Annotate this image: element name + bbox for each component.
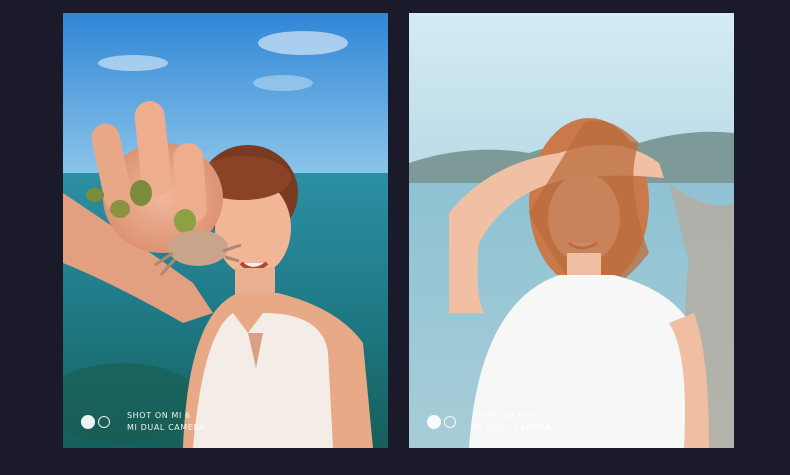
mi-dual-camera-logo-icon (81, 415, 110, 429)
watermark-line-1: SHOT ON MI 6 (473, 411, 537, 420)
gallery-canvas: SHOT ON MI 6 MI DUAL CAMERA SHOT ON MI 6… (0, 0, 790, 475)
mi-dual-camera-logo-icon (427, 415, 456, 429)
photo-woman-windblown-hair-image (409, 13, 734, 448)
photo-woman-windblown-hair: SHOT ON MI 6 MI DUAL CAMERA (409, 13, 734, 448)
camera-watermark: SHOT ON MI 6 MI DUAL CAMERA (427, 410, 551, 434)
watermark-line-1: SHOT ON MI 6 (127, 411, 191, 420)
watermark-line-2: MI DUAL CAMERA (127, 423, 206, 432)
photo-woman-with-crab: SHOT ON MI 6 MI DUAL CAMERA (63, 13, 388, 448)
camera-watermark: SHOT ON MI 6 MI DUAL CAMERA (81, 410, 205, 434)
watermark-line-2: MI DUAL CAMERA (473, 423, 552, 432)
photo-woman-with-crab-image (63, 13, 388, 448)
